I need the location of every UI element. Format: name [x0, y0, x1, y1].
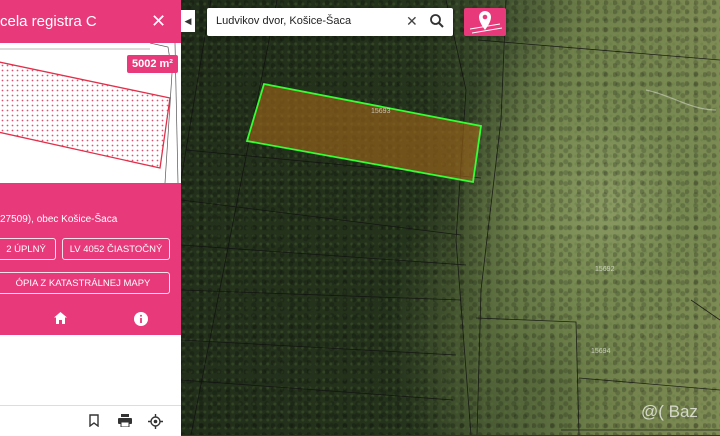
lv-full-button[interactable]: 2 ÚPLNÝ	[0, 238, 56, 260]
parcel-preview: 5002 m²	[0, 43, 181, 183]
watermark: @( Baz	[641, 402, 698, 421]
map-view[interactable]: 15692 15693 15694	[181, 0, 720, 435]
locate-icon[interactable]	[148, 414, 163, 432]
panel-title: cela registra C	[0, 13, 97, 30]
area-badge: 5002 m²	[127, 55, 178, 73]
clear-icon[interactable]: ✕	[406, 13, 418, 30]
collapse-panel-button[interactable]: ◀	[181, 10, 195, 32]
bottom-toolbar	[0, 405, 181, 436]
close-icon[interactable]: ✕	[151, 11, 166, 32]
panel-header: cela registra C ✕	[0, 0, 181, 43]
print-icon[interactable]	[118, 414, 132, 430]
home-icon[interactable]	[54, 312, 67, 327]
search-icon[interactable]	[429, 12, 445, 35]
info-icon[interactable]	[134, 312, 148, 329]
side-panel: cela registra C ✕ 5002 m² 27509), obec K…	[0, 0, 181, 436]
search-box[interactable]: Ludvikov dvor, Košice-Šaca ✕	[207, 8, 453, 36]
search-input[interactable]: Ludvikov dvor, Košice-Šaca	[216, 15, 351, 27]
cadastral-overlay	[181, 0, 720, 435]
lv-partial-button[interactable]: LV 4052 ČIASTOČNÝ	[62, 238, 170, 260]
map-pin-icon	[469, 11, 503, 34]
cadastral-map-copy-button[interactable]: ÓPIA Z KATASTRÁLNEJ MAPY	[0, 272, 170, 294]
parcel-pin-button[interactable]	[464, 8, 506, 36]
parcel-label: 15693	[371, 108, 391, 115]
parcel-label: 15694	[591, 348, 611, 355]
bookmark-icon[interactable]	[89, 414, 99, 430]
selected-parcel[interactable]	[245, 82, 483, 184]
parcel-label: 15692	[595, 266, 615, 273]
parcel-address: 27509), obec Košice-Šaca	[0, 214, 118, 225]
